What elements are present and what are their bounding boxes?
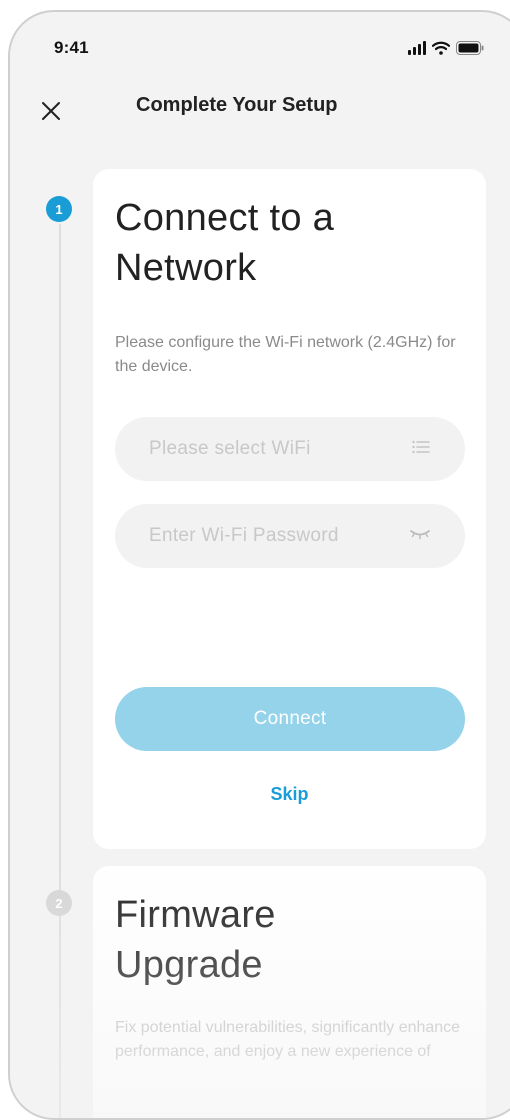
wifi-password-field[interactable]: Enter Wi-Fi Password — [115, 504, 465, 568]
connect-button[interactable]: Connect — [115, 687, 465, 751]
skip-link[interactable]: Skip — [93, 784, 486, 805]
battery-icon — [456, 41, 484, 55]
list-icon[interactable] — [411, 439, 431, 460]
status-time: 9:41 — [54, 38, 89, 57]
wifi-password-placeholder: Enter Wi-Fi Password — [149, 525, 339, 546]
wifi-select-placeholder: Please select WiFi — [149, 438, 311, 459]
wifi-select-field[interactable]: Please select WiFi — [115, 417, 465, 481]
step-2-description: Fix potential vulnerabilities, significa… — [115, 1019, 461, 1060]
step-2-card: Firmware Upgrade Fix potential vulnerabi… — [93, 866, 486, 1118]
step-1-card: Connect to a Network Please configure th… — [93, 169, 486, 849]
step-2-title-line2: Upgrade — [115, 944, 263, 986]
status-icons — [408, 39, 484, 55]
step-2-title-line1: Firmware — [115, 894, 276, 936]
signal-icon — [408, 41, 426, 55]
close-icon[interactable] — [36, 96, 66, 126]
step-1-title-line1: Connect to a — [115, 197, 335, 239]
phone-frame: 9:41 Complete Your Setup 1 Connect to a … — [8, 10, 510, 1120]
status-bar: 9:41 — [10, 12, 510, 82]
nav-bar: Complete Your Setup — [10, 82, 510, 142]
step-timeline-line — [59, 224, 61, 1118]
step-1-title-line2: Network — [115, 247, 257, 289]
step-1-title: Connect to a Network — [115, 193, 464, 293]
page-title: Complete Your Setup — [136, 94, 338, 116]
eye-closed-icon[interactable] — [409, 527, 431, 545]
step-1-badge: 1 — [46, 196, 72, 222]
wifi-icon — [432, 41, 450, 55]
step-2-title: Firmware Upgrade — [115, 890, 464, 990]
step-1-description: Please configure the Wi-Fi network (2.4G… — [115, 334, 456, 375]
step-2-badge: 2 — [46, 890, 72, 916]
